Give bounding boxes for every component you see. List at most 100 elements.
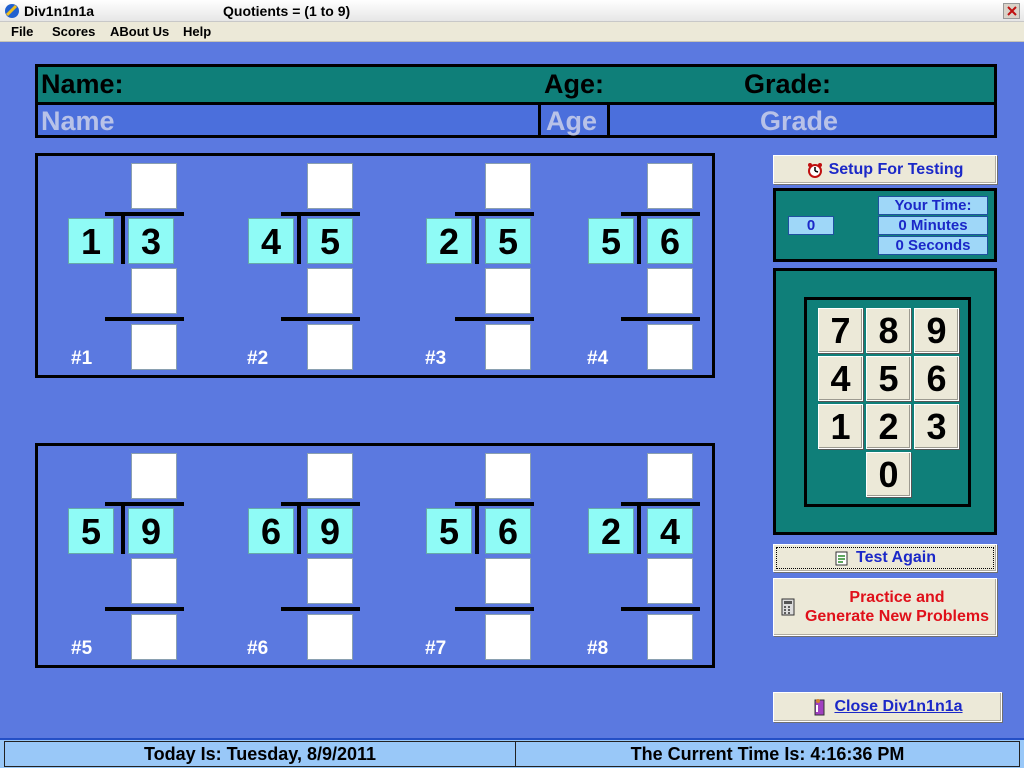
menu-about[interactable]: ABout Us [110, 24, 169, 39]
dividend: 4 [647, 508, 693, 554]
app-icon [5, 4, 19, 18]
subtract-bar [105, 607, 184, 611]
problem-1: 1 3 #1 [68, 161, 208, 371]
window-close-button[interactable] [1003, 3, 1020, 19]
product-box[interactable] [485, 558, 531, 604]
timer-counter: 0 [788, 216, 834, 235]
remainder-box[interactable] [485, 614, 531, 660]
name-field[interactable]: Name [41, 106, 115, 137]
remainder-box[interactable] [485, 324, 531, 370]
division-bracket [475, 502, 479, 554]
quotient-box[interactable] [485, 163, 531, 209]
subtract-bar [281, 607, 360, 611]
remainder-box[interactable] [131, 614, 177, 660]
product-box[interactable] [647, 558, 693, 604]
problem-panel-top: 1 3 #1 4 5 #2 2 5 #3 5 6 #4 [35, 153, 715, 378]
divisor: 6 [248, 508, 294, 554]
key-4[interactable]: 4 [818, 356, 863, 401]
remainder-box[interactable] [131, 324, 177, 370]
problem-2: 4 5 #2 [244, 161, 384, 371]
quotient-box[interactable] [647, 453, 693, 499]
division-bracket [121, 502, 125, 554]
menu-help[interactable]: Help [183, 24, 211, 39]
window-subtitle: Quotients = (1 to 9) [223, 3, 351, 19]
division-bar [281, 212, 360, 216]
key-5[interactable]: 5 [866, 356, 911, 401]
practice-generate-button[interactable]: Practice and Generate New Problems [773, 578, 997, 636]
key-9[interactable]: 9 [914, 308, 959, 353]
keypad-panel: 7 8 9 4 5 6 1 2 3 0 [773, 268, 997, 535]
minutes-display: 0 Minutes [878, 216, 988, 235]
quotient-box[interactable] [647, 163, 693, 209]
name-label: Name: [41, 69, 124, 99]
window-title: Div1n1n1a [24, 3, 95, 19]
key-6[interactable]: 6 [914, 356, 959, 401]
menu-file[interactable]: File [11, 24, 33, 39]
key-8[interactable]: 8 [866, 308, 911, 353]
division-bar [621, 502, 700, 506]
exit-door-icon [814, 699, 825, 716]
setup-testing-label: Setup For Testing [828, 160, 964, 178]
dividend: 6 [485, 508, 531, 554]
test-again-label: Test Again [855, 549, 936, 566]
key-3[interactable]: 3 [914, 404, 959, 449]
problem-panel-bottom: 5 9 #5 6 9 #6 5 6 #7 2 4 #8 [35, 443, 715, 668]
product-box[interactable] [307, 558, 353, 604]
divider [607, 105, 610, 138]
product-box[interactable] [647, 268, 693, 314]
division-bracket [121, 212, 125, 264]
product-box[interactable] [131, 268, 177, 314]
division-bracket [637, 502, 641, 554]
problem-number: #4 [587, 348, 609, 369]
divisor: 5 [68, 508, 114, 554]
remainder-box[interactable] [647, 614, 693, 660]
division-bar [455, 502, 534, 506]
problem-6: 6 9 #6 [244, 451, 384, 661]
subtract-bar [455, 317, 534, 321]
student-info-panel: Name: Age: Grade: Name Age Grade [35, 64, 997, 138]
key-2[interactable]: 2 [866, 404, 911, 449]
problem-7: 5 6 #7 [422, 451, 562, 661]
subtract-bar [281, 317, 360, 321]
key-1[interactable]: 1 [818, 404, 863, 449]
close-app-button[interactable]: Close Div1n1n1a [773, 692, 1002, 722]
practice-label-line2: Generate New Problems [804, 608, 990, 625]
test-again-button[interactable]: Test Again [773, 544, 997, 572]
division-bar [621, 212, 700, 216]
menu-scores[interactable]: Scores [52, 24, 95, 39]
divider [538, 105, 541, 138]
today-date: Today Is: Tuesday, 8/9/2011 [4, 741, 516, 767]
product-box[interactable] [485, 268, 531, 314]
setup-testing-button[interactable]: Setup For Testing [773, 155, 997, 184]
divisor: 2 [426, 218, 472, 264]
product-box[interactable] [131, 558, 177, 604]
division-bracket [475, 212, 479, 264]
status-bar: Today Is: Tuesday, 8/9/2011 The Current … [0, 738, 1024, 768]
division-bracket [637, 212, 641, 264]
quotient-box[interactable] [307, 163, 353, 209]
division-bar [281, 502, 360, 506]
divisor: 4 [248, 218, 294, 264]
alarm-clock-icon [807, 162, 822, 178]
division-bracket [297, 212, 301, 264]
remainder-box[interactable] [307, 614, 353, 660]
key-7[interactable]: 7 [818, 308, 863, 353]
quotient-box[interactable] [131, 453, 177, 499]
your-time-label: Your Time: [878, 196, 988, 215]
grade-label: Grade: [744, 69, 832, 99]
age-field[interactable]: Age [546, 106, 597, 137]
dividend: 6 [647, 218, 693, 264]
remainder-box[interactable] [647, 324, 693, 370]
keypad: 7 8 9 4 5 6 1 2 3 0 [804, 297, 971, 507]
close-app-label: Close Div1n1n1a [834, 698, 963, 715]
division-bar [105, 502, 184, 506]
remainder-box[interactable] [307, 324, 353, 370]
problem-number: #6 [247, 638, 269, 659]
grade-field[interactable]: Grade [760, 106, 838, 137]
product-box[interactable] [307, 268, 353, 314]
quotient-box[interactable] [131, 163, 177, 209]
quotient-box[interactable] [485, 453, 531, 499]
key-0[interactable]: 0 [866, 452, 911, 497]
quotient-box[interactable] [307, 453, 353, 499]
problem-8: 2 4 #8 [584, 451, 724, 661]
